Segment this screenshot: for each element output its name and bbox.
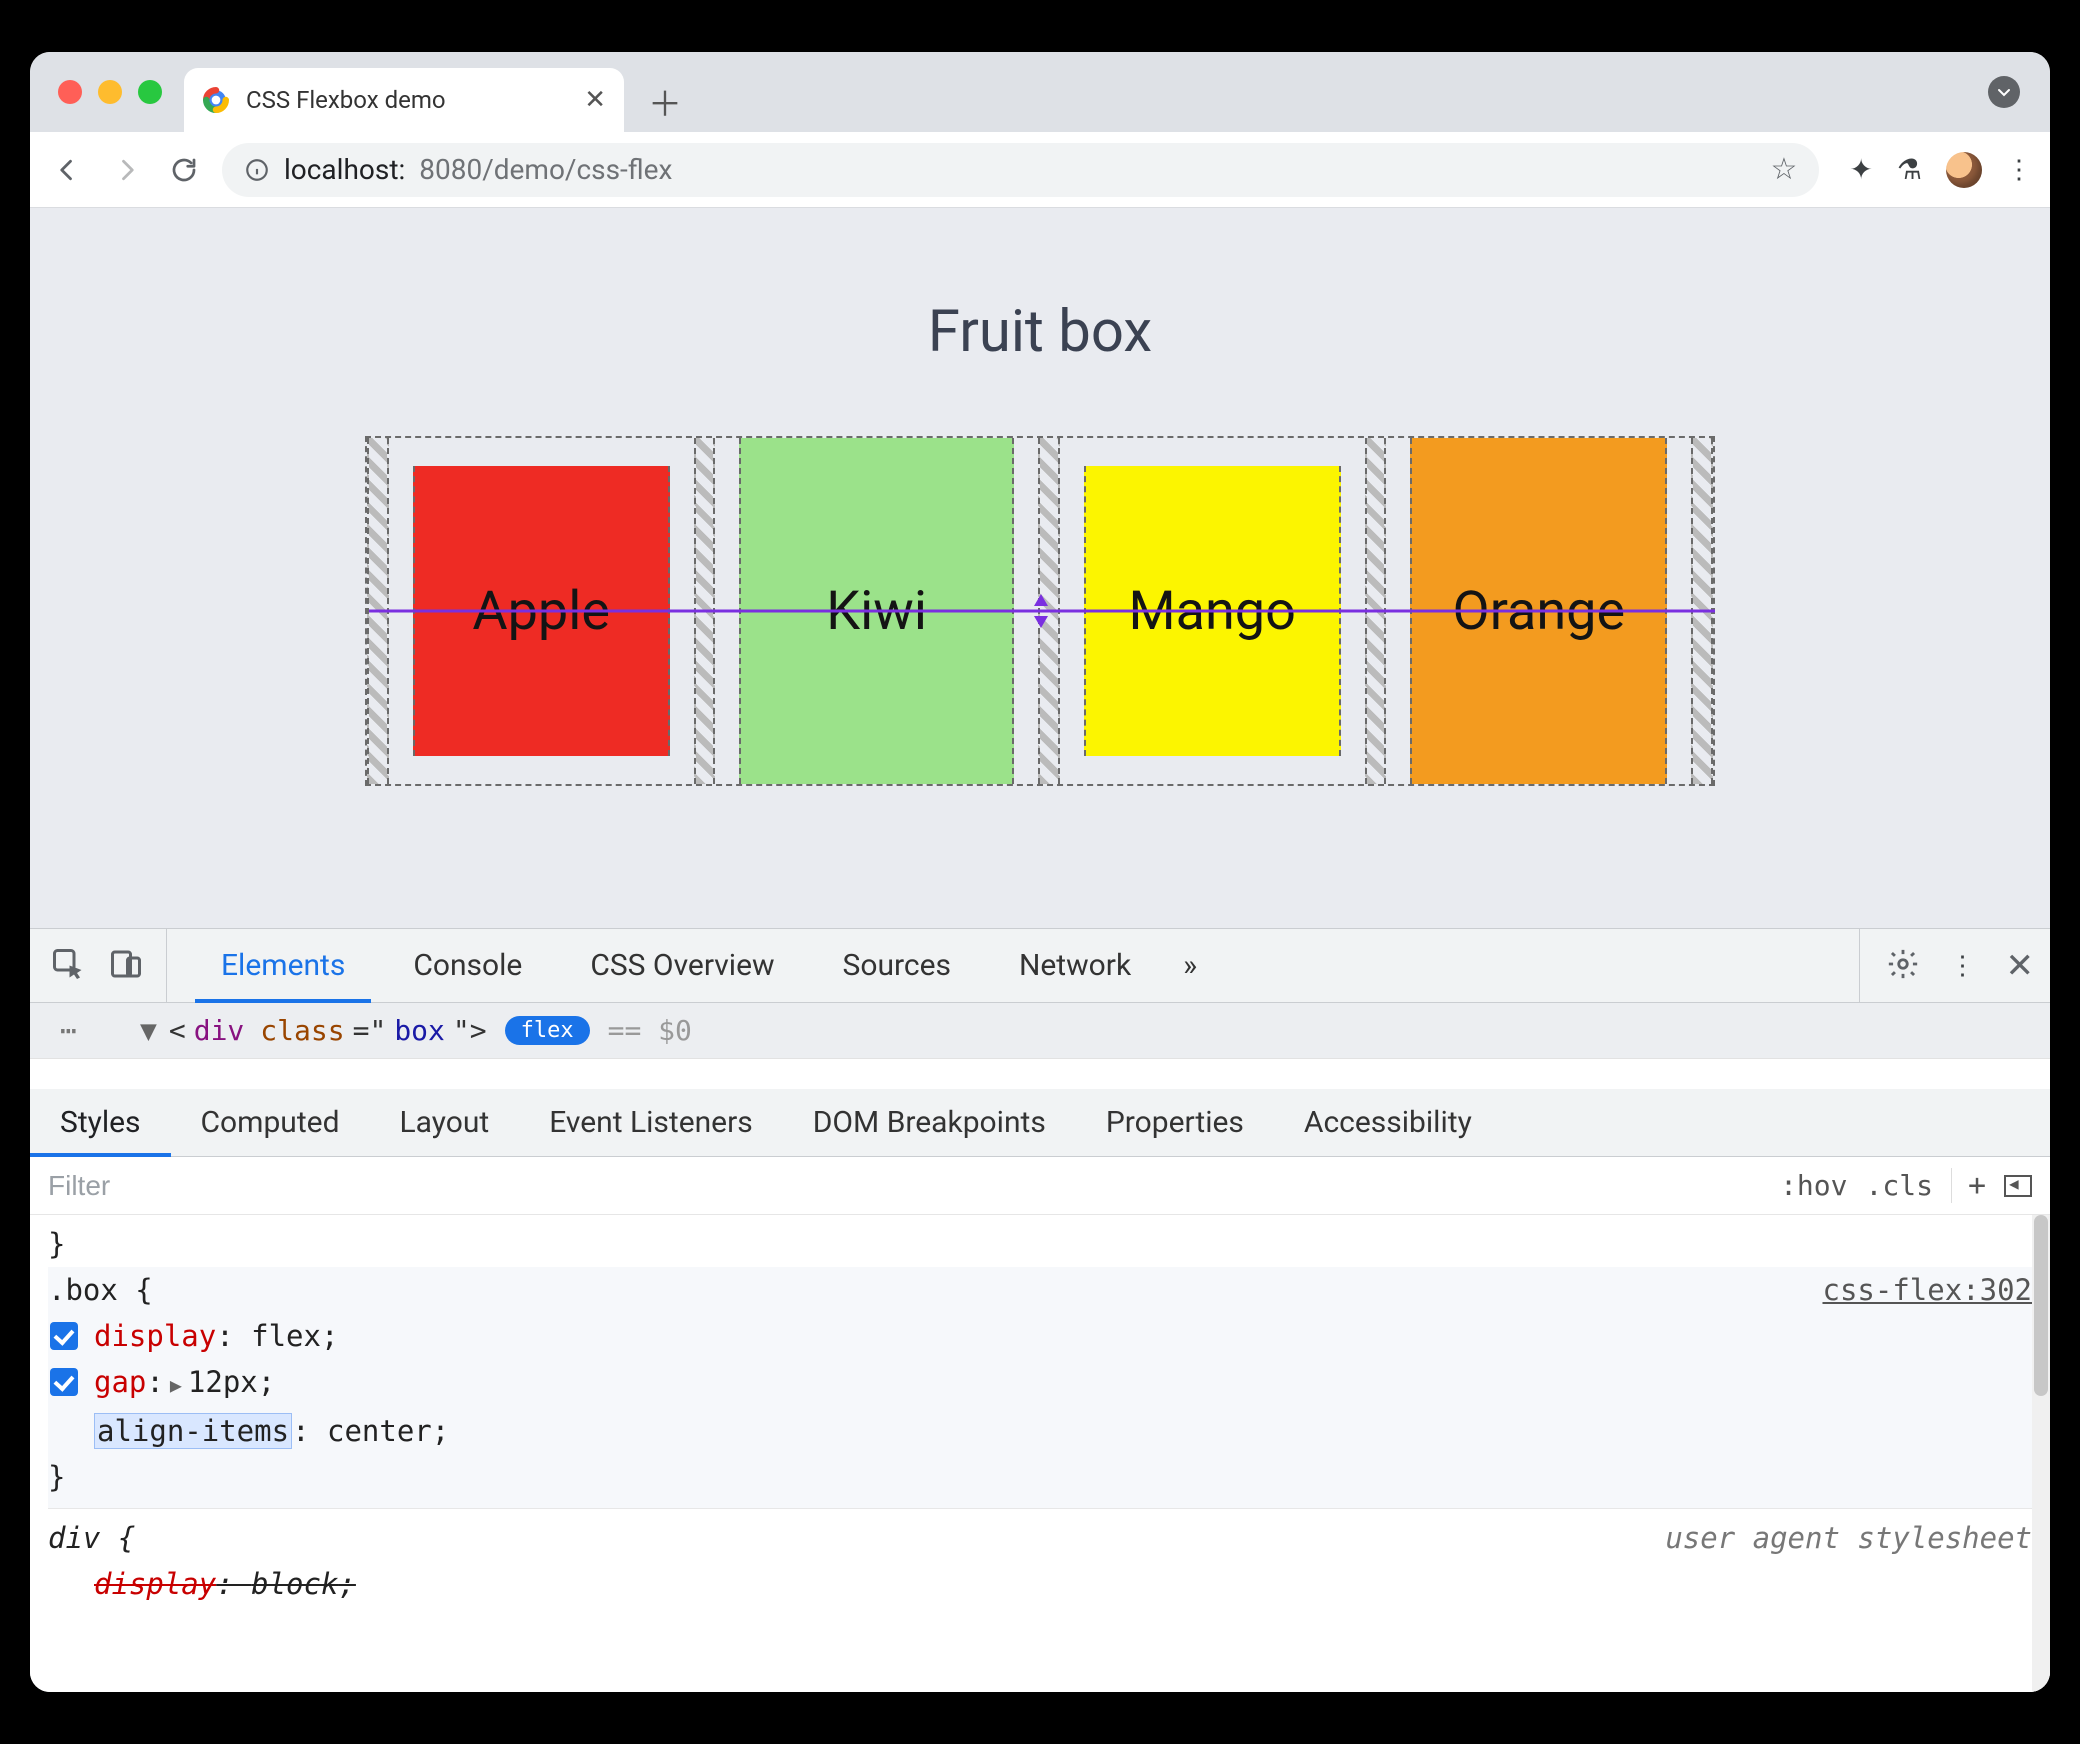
tab-list-button[interactable]	[1988, 76, 2020, 108]
styles-tab-event-listeners[interactable]: Event Listeners	[519, 1089, 783, 1156]
page-heading: Fruit box	[928, 298, 1152, 366]
reload-button[interactable]	[164, 150, 204, 190]
new-tab-button[interactable]: ＋	[642, 78, 688, 124]
devtools-tab-console[interactable]: Console	[379, 929, 556, 1002]
devtools-tab-sources[interactable]: Sources	[809, 929, 985, 1002]
devtools-menu-icon[interactable]: ⋮	[1950, 951, 1976, 981]
bookmark-star-icon[interactable]: ☆	[1771, 152, 1798, 187]
style-rules-pane[interactable]: } css-flex:302 .box { display: flex; gap…	[30, 1215, 2050, 1692]
toolbar-right: ✦ ⚗ ⋮	[1849, 152, 2032, 188]
rule-selector: div {	[48, 1521, 135, 1555]
tab-title: CSS Flexbox demo	[246, 86, 446, 114]
dom-attr-value: box	[394, 1014, 445, 1047]
scrollbar-thumb[interactable]	[2034, 1215, 2048, 1396]
declaration-prop: display	[94, 1567, 216, 1601]
styles-tab-accessibility[interactable]: Accessibility	[1274, 1089, 1502, 1156]
ua-stylesheet-label: user agent stylesheet	[1665, 1515, 2032, 1561]
window-controls	[58, 80, 162, 104]
devtools-panel: Elements Console CSS Overview Sources Ne…	[30, 928, 2050, 1692]
declaration-prop[interactable]: gap	[94, 1365, 146, 1399]
browser-window: CSS Flexbox demo ✕ ＋ localhost: 8080/demo…	[30, 52, 2050, 1692]
new-declaration-prop-input[interactable]: align-items	[94, 1413, 292, 1449]
devtools-settings-icon[interactable]	[1886, 947, 1920, 985]
devtools-tab-css-overview[interactable]: CSS Overview	[556, 929, 808, 1002]
url-host: localhost:	[284, 153, 405, 186]
computed-panel-toggle-icon[interactable]	[2004, 1175, 2032, 1197]
dom-attr-name: class	[260, 1014, 344, 1047]
flex-container-overlay[interactable]: Apple Kiwi Mango Orange	[365, 436, 1715, 786]
rule-close-brace: }	[48, 1454, 2032, 1500]
inspect-element-icon[interactable]	[50, 946, 86, 986]
chrome-menu-icon[interactable]: ⋮	[2006, 155, 2032, 185]
back-button[interactable]	[48, 150, 88, 190]
styles-scrollbar[interactable]	[2032, 1215, 2050, 1692]
class-toggle-button[interactable]: .cls	[1866, 1169, 1933, 1202]
dom-tag-name: div	[194, 1014, 245, 1047]
minimize-window-button[interactable]	[98, 80, 122, 104]
browser-tab[interactable]: CSS Flexbox demo ✕	[184, 68, 624, 132]
rule-selector[interactable]: .box {	[48, 1273, 153, 1307]
device-toolbar-icon[interactable]	[108, 946, 144, 986]
maximize-window-button[interactable]	[138, 80, 162, 104]
styles-filter-input[interactable]: Filter	[48, 1170, 110, 1202]
devtools-main-tabs: Elements Console CSS Overview Sources Ne…	[30, 929, 2050, 1003]
prev-rule-close: }	[48, 1221, 2032, 1267]
declaration-checkbox[interactable]	[50, 1368, 78, 1396]
labs-icon[interactable]: ⚗	[1897, 153, 1922, 186]
devtools-more-tabs-icon[interactable]: »	[1165, 929, 1215, 1002]
rule-source-link[interactable]: css-flex:302	[1822, 1267, 2032, 1313]
browser-toolbar: localhost: 8080/demo/css-flex ☆ ✦ ⚗ ⋮	[30, 132, 2050, 208]
profile-avatar[interactable]	[1946, 152, 1982, 188]
dom-expand-caret-icon[interactable]: ▼	[140, 1014, 157, 1047]
declaration-prop[interactable]: display	[94, 1319, 216, 1353]
devtools-close-icon[interactable]: ✕	[2006, 946, 2035, 986]
tab-close-icon[interactable]: ✕	[584, 85, 606, 115]
rule-box[interactable]: css-flex:302 .box { display: flex; gap:▶…	[48, 1267, 2032, 1509]
close-window-button[interactable]	[58, 80, 82, 104]
dom-selected-node[interactable]: ⋯ ▼ <div class="box"> flex == $0	[30, 1003, 2050, 1059]
dom-flex-badge[interactable]: flex	[505, 1016, 590, 1045]
declaration-value[interactable]: flex	[251, 1319, 321, 1353]
dom-selected-indicator: == $0	[608, 1014, 692, 1047]
address-bar[interactable]: localhost: 8080/demo/css-flex ☆	[222, 143, 1819, 197]
dom-breadcrumb-ellipsis-icon[interactable]: ⋯	[60, 1014, 77, 1047]
styles-tab-styles[interactable]: Styles	[30, 1089, 171, 1156]
forward-button[interactable]	[106, 150, 146, 190]
extensions-icon[interactable]: ✦	[1849, 153, 1872, 186]
page-viewport: Fruit box Apple Kiwi Mango Orange	[30, 208, 2050, 928]
styles-tab-properties[interactable]: Properties	[1076, 1089, 1274, 1156]
flex-align-handle-icon[interactable]	[1030, 598, 1050, 624]
styles-tab-layout[interactable]: Layout	[370, 1089, 520, 1156]
flex-demo-area: Apple Kiwi Mango Orange	[365, 436, 1715, 786]
styles-tab-dom-breakpoints[interactable]: DOM Breakpoints	[783, 1089, 1076, 1156]
styles-subpanel-tabs: Styles Computed Layout Event Listeners D…	[30, 1089, 2050, 1157]
devtools-tab-elements[interactable]: Elements	[187, 929, 379, 1002]
declaration-value: block	[251, 1567, 338, 1601]
rule-user-agent: user agent stylesheet div { display: blo…	[48, 1515, 2032, 1615]
styles-filter-row: Filter :hov .cls +	[30, 1157, 2050, 1215]
site-info-icon[interactable]	[244, 157, 270, 183]
devtools-tab-network[interactable]: Network	[985, 929, 1165, 1002]
hover-toggle-button[interactable]: :hov	[1780, 1169, 1847, 1202]
tab-strip: CSS Flexbox demo ✕ ＋	[30, 52, 2050, 132]
declaration-checkbox[interactable]	[50, 1322, 78, 1350]
new-declaration-value-input[interactable]: center	[327, 1414, 432, 1448]
url-path: 8080/demo/css-flex	[419, 153, 672, 186]
declaration-value[interactable]: 12px	[188, 1365, 258, 1399]
styles-tab-computed[interactable]: Computed	[171, 1089, 370, 1156]
new-style-rule-button[interactable]: +	[1951, 1168, 1986, 1203]
tab-favicon-icon	[202, 86, 230, 114]
shorthand-expand-icon[interactable]: ▶	[170, 1373, 182, 1397]
dom-next-line-peek	[30, 1059, 2050, 1089]
